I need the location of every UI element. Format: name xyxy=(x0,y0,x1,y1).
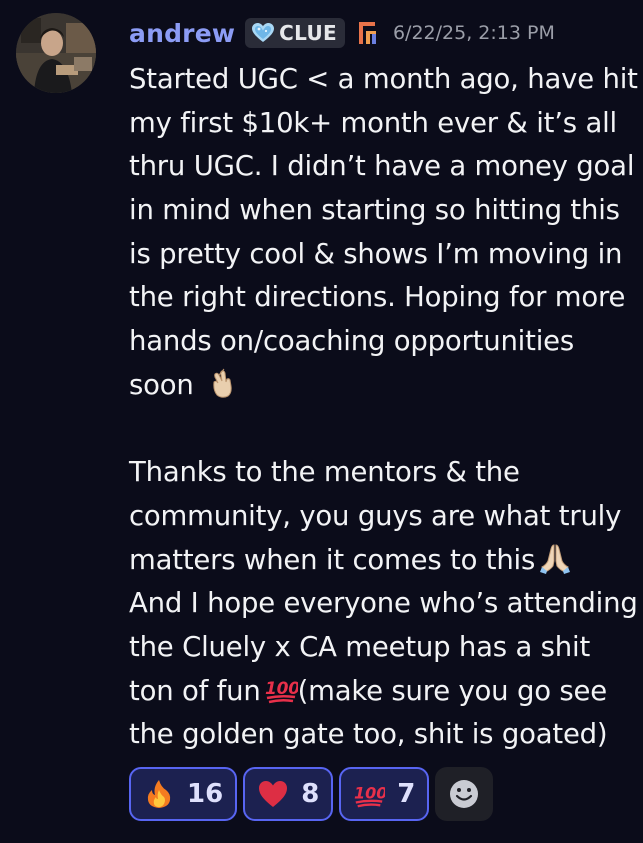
message-line: the right directions. Hoping for more xyxy=(129,281,626,314)
guild-tag[interactable]: CLUE xyxy=(245,18,345,48)
reaction-count: 7 xyxy=(397,779,416,809)
reactions-bar: 16 8 100 7 xyxy=(129,767,494,821)
add-reaction-button[interactable] xyxy=(435,767,494,821)
message-text: matters when it comes to this xyxy=(129,543,536,576)
role-icon[interactable] xyxy=(357,20,379,46)
message-line: my first $10k+ month ever & it’s all xyxy=(129,106,617,139)
message-line: community, you guys are what truly xyxy=(129,499,622,532)
heart-badge-icon xyxy=(252,23,275,42)
crossed-fingers-emoji xyxy=(213,368,232,398)
message-line-with-emoji: ton of fun 100 (make sure you go see xyxy=(129,670,629,714)
message-line: in mind when starting so hitting this xyxy=(129,194,620,227)
reaction-count: 8 xyxy=(301,779,320,809)
avatar[interactable] xyxy=(16,13,96,93)
message-line: hands on/coaching opportunities xyxy=(129,325,574,358)
hundred-points-emoji: 100 xyxy=(354,784,385,808)
guild-tag-label: CLUE xyxy=(279,21,337,45)
message-content: Started UGC < a month ago, have hit my f… xyxy=(129,58,638,757)
username[interactable]: andrew xyxy=(129,19,235,48)
reaction-heart[interactable]: 8 xyxy=(243,767,334,821)
timestamp[interactable]: 6/22/25, 2:13 PM xyxy=(393,22,555,44)
message-text: soon xyxy=(129,368,194,401)
message-line-with-emoji: soon xyxy=(129,364,629,408)
message-line: is pretty cool & shows I’m moving in xyxy=(129,237,623,270)
message-line: Thanks to the mentors & the xyxy=(129,456,520,489)
folded-hands-emoji xyxy=(540,544,571,574)
fire-emoji xyxy=(147,780,171,808)
message-line: the golden gate too, shit is goated) xyxy=(129,718,608,751)
red-heart-emoji xyxy=(259,781,288,807)
message-line: Started UGC < a month ago, have hit xyxy=(129,63,638,95)
message-line-with-emoji: matters when it comes to this xyxy=(129,539,629,583)
chat-message: andrew CLUE 6/22/25, 2:13 PM Started UGC… xyxy=(0,0,643,843)
message-text: ton of fun xyxy=(129,674,261,707)
reaction-fire[interactable]: 16 xyxy=(129,767,238,821)
message-line: And I hope everyone who’s attending xyxy=(129,587,638,620)
reaction-hundred[interactable]: 100 7 xyxy=(339,767,430,821)
smiley-icon xyxy=(450,780,479,808)
message-line: thru UGC. I didn’t have a money goal xyxy=(129,150,635,183)
reaction-count: 16 xyxy=(187,779,224,809)
message-line: the Cluely x CA meetup has a shit xyxy=(129,630,591,663)
hundred-points-emoji: 100 xyxy=(265,679,298,703)
message-text: (make sure you go see xyxy=(297,674,608,707)
message-header: andrew CLUE 6/22/25, 2:13 PM xyxy=(129,14,555,52)
